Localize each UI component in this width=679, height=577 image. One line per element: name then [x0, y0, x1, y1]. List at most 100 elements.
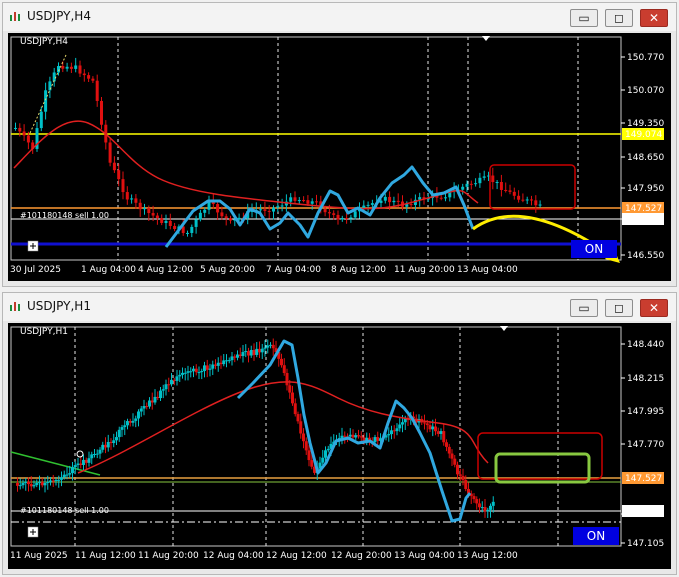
candle-body — [137, 411, 140, 419]
candle-body — [267, 210, 271, 212]
candle-body — [112, 440, 116, 444]
close-icon: ✕ — [648, 11, 660, 25]
chart-window-h4[interactable]: USDJPY,H4 ▭ ◻ ✕ 150.770 150.070 149.350 148… — [2, 2, 677, 287]
candle-body — [276, 206, 280, 208]
candle-body — [131, 420, 135, 423]
candle-body — [186, 371, 190, 373]
candle-body — [101, 444, 105, 450]
close-button[interactable]: ✕ — [640, 9, 668, 27]
chart-frame — [10, 36, 622, 261]
candle-body — [238, 354, 242, 357]
chart-window-icon — [10, 302, 20, 311]
candle-body — [38, 482, 41, 484]
candle-body — [327, 212, 331, 214]
candle-body — [35, 482, 39, 486]
candle-body — [269, 344, 272, 346]
candle-body — [260, 348, 264, 353]
price-tick-label: 148.215 — [627, 374, 664, 384]
candle-body — [517, 195, 521, 200]
candle-body — [87, 458, 91, 463]
candle-body — [90, 454, 94, 459]
price-tag-label: 147.296 — [625, 215, 662, 225]
candle-body — [401, 422, 404, 425]
candle-body — [464, 479, 468, 490]
candle-body — [98, 449, 102, 454]
close-button[interactable]: ✕ — [640, 299, 668, 317]
minimize-button[interactable]: ▭ — [570, 299, 598, 317]
candle-body — [370, 203, 374, 205]
date-tick-label: 11 Aug 2025 — [10, 551, 68, 561]
candle-body — [390, 430, 393, 435]
candle-body — [121, 179, 125, 193]
candle-body — [183, 372, 187, 374]
candle-body — [447, 446, 451, 454]
candle-body — [62, 474, 66, 478]
candle-body — [26, 135, 30, 143]
candle-body — [73, 465, 77, 468]
candle-body — [445, 442, 448, 447]
chart-window-h1[interactable]: USDJPY,H1 ▭ ◻ ✕ 148.440 148.215 147.995 147… — [2, 292, 677, 575]
candle-body — [150, 400, 154, 403]
candle-body — [155, 215, 159, 219]
chart-canvas[interactable]: 148.440 148.215 147.995 147.770 147.296 147.1… — [8, 323, 671, 569]
candle-body — [425, 423, 429, 426]
maximize-button[interactable]: ◻ — [605, 299, 633, 317]
price-tag-label: 147.527 — [625, 204, 662, 214]
price-tick-label: 150.070 — [627, 86, 664, 96]
candle-body — [266, 345, 270, 348]
date-tick-label: 30 Jul 2025 — [10, 265, 61, 275]
price-tag-label: 147.527 — [625, 474, 662, 484]
candle-body — [296, 414, 300, 422]
date-tick-label: 13 Aug 04:00 — [457, 265, 518, 275]
candle-body — [173, 225, 177, 229]
maximize-icon: ◻ — [614, 11, 624, 25]
candle-body — [220, 212, 224, 217]
candle-body — [236, 354, 239, 358]
candle-body — [95, 80, 99, 101]
date-tick-label: 13 Aug 12:00 — [457, 551, 518, 561]
candle-body — [409, 204, 413, 206]
candle-body — [396, 200, 400, 202]
candle-body — [112, 162, 116, 171]
candle-body — [44, 90, 48, 112]
price-chart-h4[interactable]: 150.770 150.070 149.350 148.650 147.950 147.2… — [8, 33, 671, 281]
date-tick-label: 12 Aug 12:00 — [266, 551, 327, 561]
price-chart-h1[interactable]: 148.440 148.215 147.995 147.770 147.296 147.1… — [8, 323, 671, 569]
candle-body — [450, 453, 454, 459]
window-title-bar[interactable]: USDJPY,H4 ▭ ◻ ✕ — [3, 3, 676, 31]
order-label: #101180148 sell 1.00 — [20, 506, 109, 515]
candle-body — [39, 111, 43, 129]
window-title-bar[interactable]: USDJPY,H1 ▭ ◻ ✕ — [3, 293, 676, 321]
candle-body — [145, 406, 149, 408]
candle-body — [307, 450, 311, 461]
date-tick-label: 12 Aug 20:00 — [331, 551, 392, 561]
candle-body — [353, 211, 357, 218]
candle-body — [323, 209, 327, 213]
candle-body — [469, 183, 473, 185]
candle-body — [219, 362, 223, 365]
candle-body — [465, 183, 469, 187]
candle-body — [230, 356, 234, 361]
candle-body — [54, 479, 58, 481]
candle-body — [84, 459, 88, 463]
candle-body — [159, 390, 162, 399]
symbol-label: USDJPY,H1 — [20, 327, 68, 337]
candle-body — [147, 208, 151, 214]
candle-body — [175, 376, 179, 381]
candle-body — [43, 483, 47, 486]
minimize-button[interactable]: ▭ — [570, 9, 598, 27]
symbol-label: USDJPY,H4 — [20, 37, 68, 47]
candle-body — [423, 422, 426, 424]
maximize-button[interactable]: ◻ — [605, 9, 633, 27]
on-button[interactable]: ON — [571, 240, 617, 258]
candle-body — [181, 372, 184, 375]
candle-body — [310, 201, 314, 204]
candle-body — [143, 208, 146, 210]
candle-body — [79, 463, 83, 465]
candle-body — [161, 389, 165, 391]
maximize-icon: ◻ — [614, 301, 624, 315]
candle-body — [348, 434, 352, 437]
on-button[interactable]: ON — [573, 527, 619, 545]
candle-body — [49, 480, 52, 483]
price-tick-label: 147.770 — [627, 440, 664, 450]
